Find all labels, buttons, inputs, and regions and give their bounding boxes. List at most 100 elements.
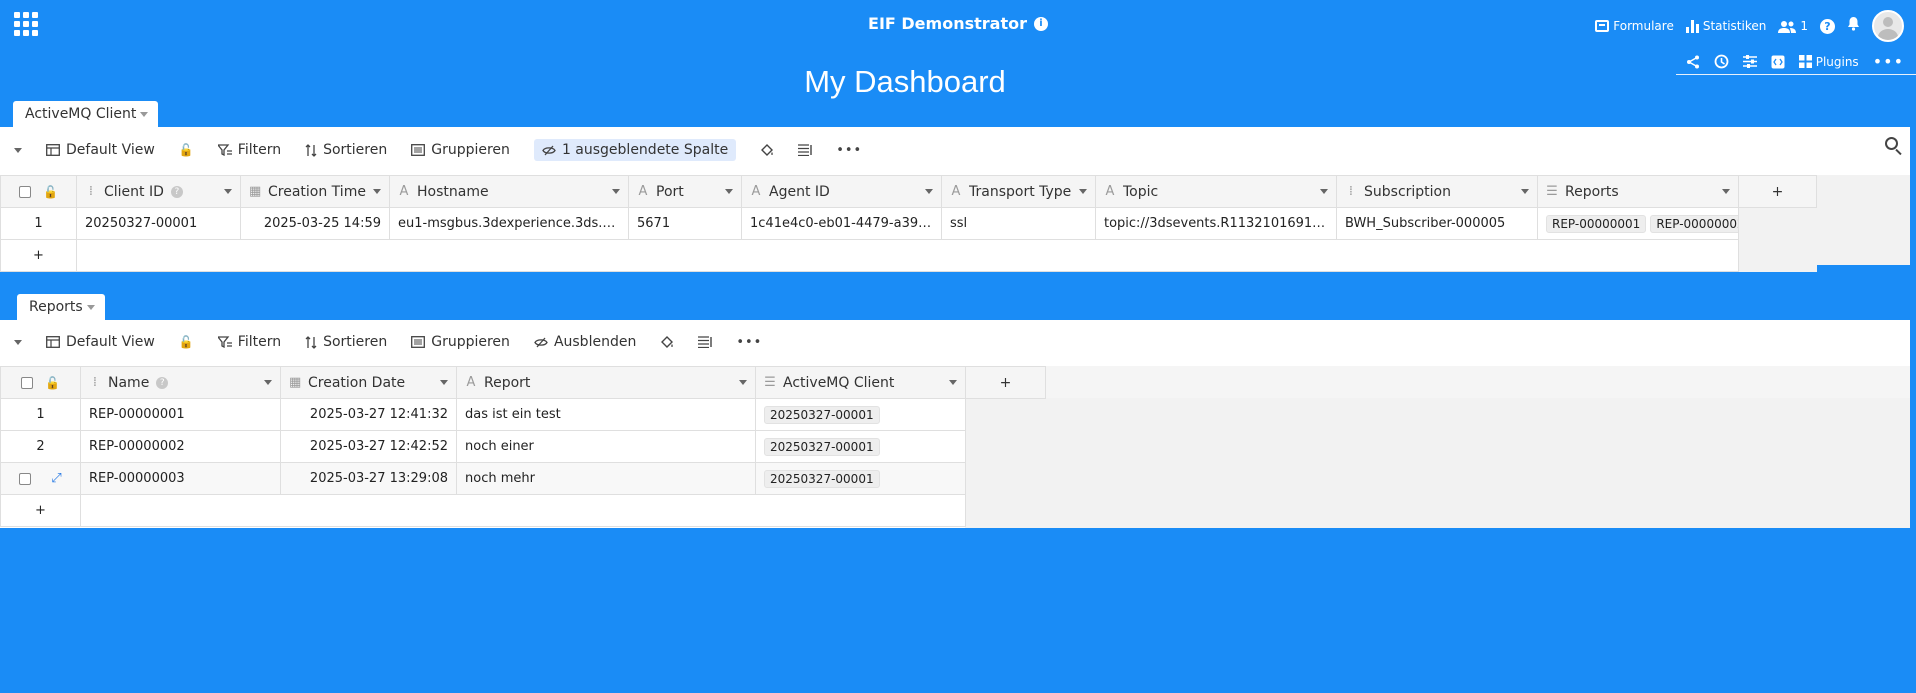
row-height-icon[interactable] <box>798 144 812 156</box>
cell-activemq-client[interactable]: 20250327-00001 <box>755 462 966 495</box>
row-height-icon[interactable] <box>698 336 713 348</box>
group-button[interactable]: Gruppieren <box>411 142 510 158</box>
sort-button[interactable]: Sortieren <box>305 142 387 158</box>
column-menu-icon[interactable] <box>739 380 747 385</box>
cell-client-id[interactable]: 20250327-00001 <box>76 207 241 240</box>
more-icon[interactable]: ••• <box>736 335 762 350</box>
filter-button[interactable]: Filtern <box>217 334 281 350</box>
view-selector[interactable]: Default View <box>46 142 155 158</box>
cell-topic[interactable]: topic://3dsevents.R113210169174... <box>1095 207 1337 240</box>
row-checkbox[interactable] <box>19 472 32 485</box>
cell-subscription[interactable]: BWH_Subscriber-000005 <box>1336 207 1538 240</box>
column-menu-icon[interactable] <box>925 189 933 194</box>
hide-columns-button[interactable]: Ausblenden <box>534 334 636 350</box>
cell-report[interactable]: noch einer <box>456 430 756 463</box>
column-header-creation-time[interactable]: ▦ Creation Time <box>240 175 390 208</box>
info-icon[interactable]: i <box>1033 16 1048 31</box>
hidden-columns-button[interactable]: 1 ausgeblendete Spalte <box>533 139 737 161</box>
client-link-pill[interactable]: 20250327-00001 <box>764 437 880 456</box>
chevron-down-icon[interactable] <box>140 111 149 117</box>
more-options-icon[interactable]: ••• <box>1873 52 1904 71</box>
filter-button[interactable]: Filtern <box>217 142 281 158</box>
cell-activemq-client[interactable]: 20250327-00001 <box>755 398 966 431</box>
cell-name[interactable]: REP-00000002 <box>80 430 281 463</box>
cell-activemq-client[interactable]: 20250327-00001 <box>755 430 966 463</box>
help-icon[interactable]: ? <box>1820 18 1835 34</box>
column-menu-icon[interactable] <box>612 189 620 194</box>
tab-reports[interactable]: Reports <box>17 294 105 320</box>
cell-reports[interactable]: REP-00000001 REP-00000002 <box>1537 207 1739 240</box>
column-header-report[interactable]: A Report <box>456 366 756 399</box>
paint-bucket-icon[interactable] <box>660 335 674 349</box>
search-icon[interactable] <box>1885 137 1898 150</box>
column-menu-icon[interactable] <box>373 189 381 194</box>
help-icon[interactable]: ? <box>156 376 169 389</box>
help-icon[interactable]: ? <box>170 185 183 198</box>
notifications-bell-icon[interactable] <box>1847 17 1860 35</box>
table-row[interactable]: 1 20250327-00001 2025-03-25 14:59 eu1-ms… <box>0 207 1817 240</box>
column-menu-icon[interactable] <box>224 189 232 194</box>
column-menu-icon[interactable] <box>1320 189 1328 194</box>
add-column-button[interactable]: + <box>965 366 1046 399</box>
apps-grid-icon[interactable] <box>14 12 38 36</box>
column-menu-icon[interactable] <box>1521 189 1529 194</box>
unlock-icon[interactable]: 🔓 <box>179 335 194 349</box>
cell-hostname[interactable]: eu1-msgbus.3dexperience.3ds.com <box>389 207 629 240</box>
column-header-client-id[interactable]: ⁞ Client ID? <box>76 175 241 208</box>
cell-name[interactable]: REP-00000001 <box>80 398 281 431</box>
tab-activemq-client[interactable]: ActiveMQ Client <box>13 101 159 127</box>
column-header-hostname[interactable]: A Hostname <box>389 175 629 208</box>
column-menu-icon[interactable] <box>949 380 957 385</box>
unlock-icon[interactable]: 🔓 <box>179 143 194 157</box>
user-avatar[interactable] <box>1872 10 1904 42</box>
column-menu-icon[interactable] <box>725 189 733 194</box>
lock-icon[interactable]: 🔓 <box>45 376 60 390</box>
column-header-agent-id[interactable]: A Agent ID <box>741 175 942 208</box>
view-selector[interactable]: Default View <box>46 334 155 350</box>
table-row[interactable]: ⤢ REP-00000003 2025-03-27 13:29:08 noch … <box>0 462 1046 495</box>
column-header-subscription[interactable]: ⁞ Subscription <box>1336 175 1538 208</box>
group-button[interactable]: Gruppieren <box>411 334 510 350</box>
paint-bucket-icon[interactable] <box>760 143 774 157</box>
column-header-port[interactable]: A Port <box>628 175 742 208</box>
collapse-chevron-icon[interactable] <box>14 339 22 345</box>
cell-agent-id[interactable]: 1c41e4c0-eb01-4479-a39b... <box>741 207 942 240</box>
collaborators-button[interactable]: 1 <box>1778 19 1808 33</box>
more-icon[interactable]: ••• <box>836 143 862 158</box>
cell-creation-date[interactable]: 2025-03-27 13:29:08 <box>280 462 457 495</box>
add-row-button[interactable]: + <box>0 494 81 527</box>
select-all-checkbox[interactable] <box>21 376 34 389</box>
forms-button[interactable]: Formulare <box>1595 19 1674 33</box>
client-link-pill[interactable]: 20250327-00001 <box>764 405 880 424</box>
cell-creation-date[interactable]: 2025-03-27 12:42:52 <box>280 430 457 463</box>
report-link-pill[interactable]: REP-00000001 <box>1546 214 1647 233</box>
column-header-transport-type[interactable]: A Transport Type <box>941 175 1096 208</box>
collapse-chevron-icon[interactable] <box>14 147 22 153</box>
column-menu-icon[interactable] <box>1722 189 1730 194</box>
column-menu-icon[interactable] <box>264 380 272 385</box>
column-header-activemq-client[interactable]: ☰ ActiveMQ Client <box>755 366 966 399</box>
column-header-name[interactable]: ⁞ Name? <box>80 366 281 399</box>
lock-icon[interactable]: 🔓 <box>43 185 58 199</box>
add-row-button[interactable]: + <box>0 239 77 272</box>
cell-report[interactable]: noch mehr <box>456 462 756 495</box>
cell-name[interactable]: REP-00000003 <box>80 462 281 495</box>
cell-transport-type[interactable]: ssl <box>941 207 1096 240</box>
column-header-creation-date[interactable]: ▦ Creation Date <box>280 366 457 399</box>
statistics-button[interactable]: Statistiken <box>1685 19 1766 33</box>
add-column-button[interactable]: + <box>1738 175 1817 208</box>
expand-row-icon[interactable]: ⤢ <box>51 471 61 486</box>
cell-creation-date[interactable]: 2025-03-27 12:41:32 <box>280 398 457 431</box>
report-link-pill[interactable]: REP-00000002 <box>1650 214 1738 233</box>
column-header-reports[interactable]: ☰ Reports <box>1537 175 1739 208</box>
table-row[interactable]: 1 REP-00000001 2025-03-27 12:41:32 das i… <box>0 398 1046 431</box>
column-header-topic[interactable]: A Topic <box>1095 175 1337 208</box>
column-menu-icon[interactable] <box>440 380 448 385</box>
client-link-pill[interactable]: 20250327-00001 <box>764 469 880 488</box>
select-all-checkbox[interactable] <box>19 185 32 198</box>
chevron-down-icon[interactable] <box>86 304 95 310</box>
sort-button[interactable]: Sortieren <box>305 334 387 350</box>
column-menu-icon[interactable] <box>1079 189 1087 194</box>
cell-port[interactable]: 5671 <box>628 207 742 240</box>
cell-creation-time[interactable]: 2025-03-25 14:59 <box>240 207 390 240</box>
